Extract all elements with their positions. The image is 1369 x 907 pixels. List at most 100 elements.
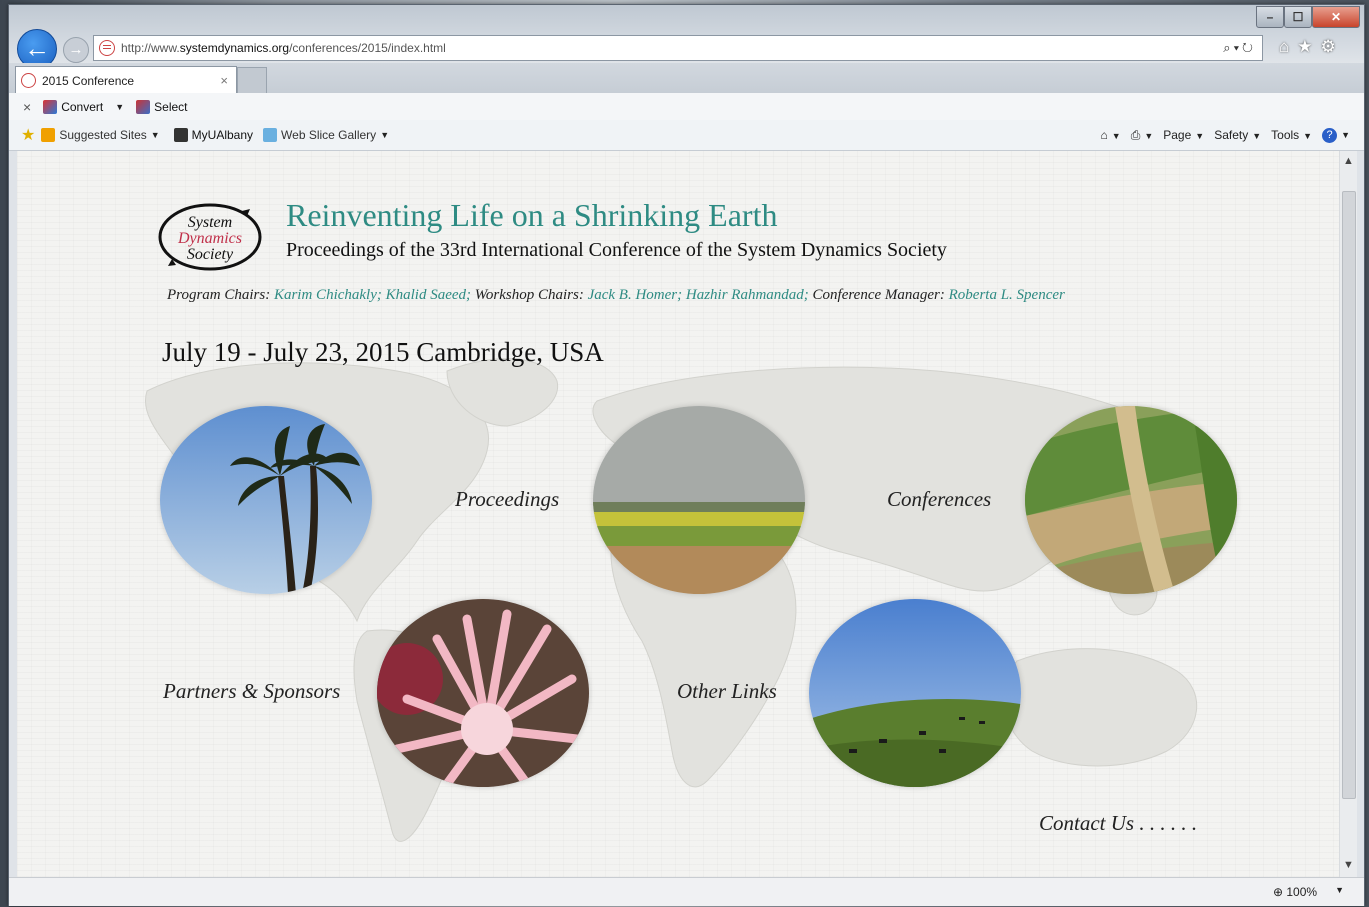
arrow-right-icon: →	[68, 41, 84, 58]
select-icon	[136, 99, 151, 114]
command-tools: ⌂ ▼ ⎙ ▼ Page ▼ Safety ▼ Tools ▼ ? ▼	[1101, 120, 1350, 150]
chevron-down-icon: ▼	[1111, 131, 1121, 141]
society-logo: System Dynamics Society	[158, 203, 262, 271]
favorites-bar: ★ Suggested Sites ▼ MyUAlbany Web Slice …	[9, 120, 1364, 151]
tab-bar: 2015 Conference ×	[9, 63, 1364, 94]
web-slice-gallery-label: Web Slice Gallery	[281, 128, 377, 142]
status-bar: ⊕ 100% ▼	[9, 877, 1364, 906]
chevron-down-icon[interactable]: ▼	[1335, 885, 1344, 899]
chevron-down-icon: ▼	[380, 130, 390, 140]
conference-manager-name[interactable]: Roberta L. Spencer	[949, 287, 1065, 303]
search-refresh-icons[interactable]: ⌕▾↻	[1223, 40, 1256, 56]
forward-button[interactable]: →	[63, 37, 89, 63]
conference-manager-label: Conference Manager:	[812, 287, 945, 303]
sea-anemone-photo[interactable]	[377, 599, 589, 787]
zoom-control[interactable]: ⊕ 100% ▼	[1273, 885, 1344, 899]
tab-2015-conference[interactable]: 2015 Conference ×	[15, 66, 237, 94]
conferences-link[interactable]: Conferences	[887, 487, 991, 512]
select-button[interactable]: Select	[136, 99, 188, 114]
myualbany-link[interactable]: MyUAlbany	[173, 128, 254, 142]
help-menu[interactable]: ? ▼	[1322, 127, 1350, 143]
fields-horizon-photo[interactable]	[593, 406, 805, 594]
title-bar: – ☐ ✕ ← → http://www.systemdynamics.org/…	[9, 5, 1364, 69]
print-icon: ⎙	[1130, 127, 1141, 142]
home-dropdown[interactable]: ⌂ ▼	[1101, 128, 1121, 142]
logo-text-system: System	[188, 214, 232, 231]
program-chairs-names[interactable]: Karim Chichakly; Khalid Saeed;	[274, 287, 471, 303]
convert-button[interactable]: Convert ▼	[43, 99, 124, 114]
new-tab-button[interactable]	[237, 67, 267, 94]
chevron-down-icon: ▼	[150, 130, 160, 140]
chairs-line: Program Chairs: Karim Chichakly; Khalid …	[167, 287, 1065, 304]
tab-close-icon[interactable]: ×	[220, 73, 228, 88]
workshop-chairs-label: Workshop Chairs:	[474, 287, 584, 303]
scroll-down-arrow-icon[interactable]: ▼	[1340, 859, 1357, 871]
zoom-level: ⊕ 100%	[1273, 885, 1317, 899]
page-content: System Dynamics Society Reinventing Life…	[17, 151, 1339, 877]
gear-icon[interactable]: ⚙	[1321, 37, 1336, 57]
convert-label: Convert	[61, 99, 104, 114]
safety-menu[interactable]: Safety ▼	[1214, 128, 1261, 142]
browser-window: – ☐ ✕ ← → http://www.systemdynamics.org/…	[8, 4, 1365, 906]
favorites-star-icon[interactable]: ★	[21, 125, 35, 145]
tab-page-icon	[21, 73, 36, 88]
partners-sponsors-link[interactable]: Partners & Sponsors	[163, 679, 340, 704]
home-icon[interactable]: ⌂	[1279, 37, 1289, 57]
other-links-link[interactable]: Other Links	[677, 679, 777, 704]
address-url[interactable]: http://www.systemdynamics.org/conference…	[121, 41, 1223, 55]
logo-text-dynamics: Dynamics	[177, 230, 242, 247]
scroll-up-arrow-icon[interactable]: ▲	[1340, 155, 1357, 167]
command-close-icon[interactable]: ×	[23, 99, 31, 115]
safety-menu-label: Safety	[1214, 128, 1249, 142]
tools-menu[interactable]: Tools ▼	[1271, 128, 1312, 142]
myualbany-icon	[173, 128, 188, 142]
url-path: /conferences/2015/index.html	[289, 41, 446, 55]
arrow-left-icon: ←	[24, 33, 50, 63]
chevron-down-icon[interactable]: ▼	[115, 102, 124, 112]
proceedings-link[interactable]: Proceedings	[455, 487, 559, 512]
print-dropdown[interactable]: ⎙ ▼	[1131, 128, 1154, 143]
terraced-farmland-photo[interactable]	[1025, 406, 1237, 594]
maximize-button[interactable]: ☐	[1284, 6, 1312, 28]
suggested-sites-label: Suggested Sites	[59, 128, 147, 142]
page-subtitle: Proceedings of the 33rd International Co…	[286, 239, 947, 261]
url-domain: systemdynamics.org	[179, 41, 290, 55]
minimize-button[interactable]: –	[1256, 6, 1284, 28]
date-location: July 19 - July 23, 2015 Cambridge, USA	[162, 337, 604, 367]
select-label: Select	[154, 99, 188, 114]
page-icon	[99, 40, 115, 56]
contact-us-link[interactable]: Contact Us . . . . . .	[1039, 811, 1197, 836]
chevron-down-icon: ▼	[1303, 131, 1313, 141]
chevron-down-icon: ▼	[1252, 131, 1262, 141]
chevron-down-icon: ▼	[1341, 130, 1350, 140]
address-bar[interactable]: http://www.systemdynamics.org/conference…	[93, 35, 1263, 61]
window-controls: – ☐ ✕	[1256, 6, 1360, 28]
home-icon: ⌂	[1100, 128, 1108, 142]
bing-icon	[41, 128, 56, 142]
web-slice-gallery-button[interactable]: Web Slice Gallery ▼	[263, 128, 389, 142]
close-window-button[interactable]: ✕	[1312, 6, 1360, 28]
convert-icon	[43, 99, 58, 114]
browser-nav-icons: ⌂ ★ ⚙	[1279, 37, 1336, 57]
page-menu[interactable]: Page ▼	[1163, 128, 1204, 142]
vertical-scrollbar[interactable]: ▲ ▼	[1339, 151, 1357, 877]
palm-trees-photo[interactable]	[160, 406, 372, 594]
zoom-level-text: 100%	[1286, 885, 1318, 899]
workshop-chairs-names[interactable]: Jack B. Homer; Hazhir Rahmandad;	[588, 287, 809, 303]
suggested-sites-button[interactable]: Suggested Sites ▼	[41, 128, 160, 142]
page-title: Reinventing Life on a Shrinking Earth	[286, 197, 778, 233]
chevron-down-icon: ▼	[1195, 131, 1205, 141]
tab-title: 2015 Conference	[42, 73, 135, 88]
command-bar: × Convert ▼ Select	[9, 93, 1364, 121]
green-pasture-photo[interactable]	[809, 599, 1021, 787]
zoom-icon: ⊕	[1272, 885, 1284, 899]
favorites-star-icon[interactable]: ★	[1297, 37, 1312, 57]
myualbany-label: MyUAlbany	[191, 128, 254, 142]
logo-text-society: Society	[187, 246, 234, 263]
chevron-down-icon: ▼	[1144, 130, 1154, 141]
help-icon: ?	[1322, 128, 1338, 143]
scrollbar-thumb[interactable]	[1342, 191, 1356, 799]
url-prefix: http://www.	[121, 41, 180, 55]
program-chairs-label: Program Chairs:	[167, 287, 271, 303]
tools-menu-label: Tools	[1271, 128, 1300, 142]
